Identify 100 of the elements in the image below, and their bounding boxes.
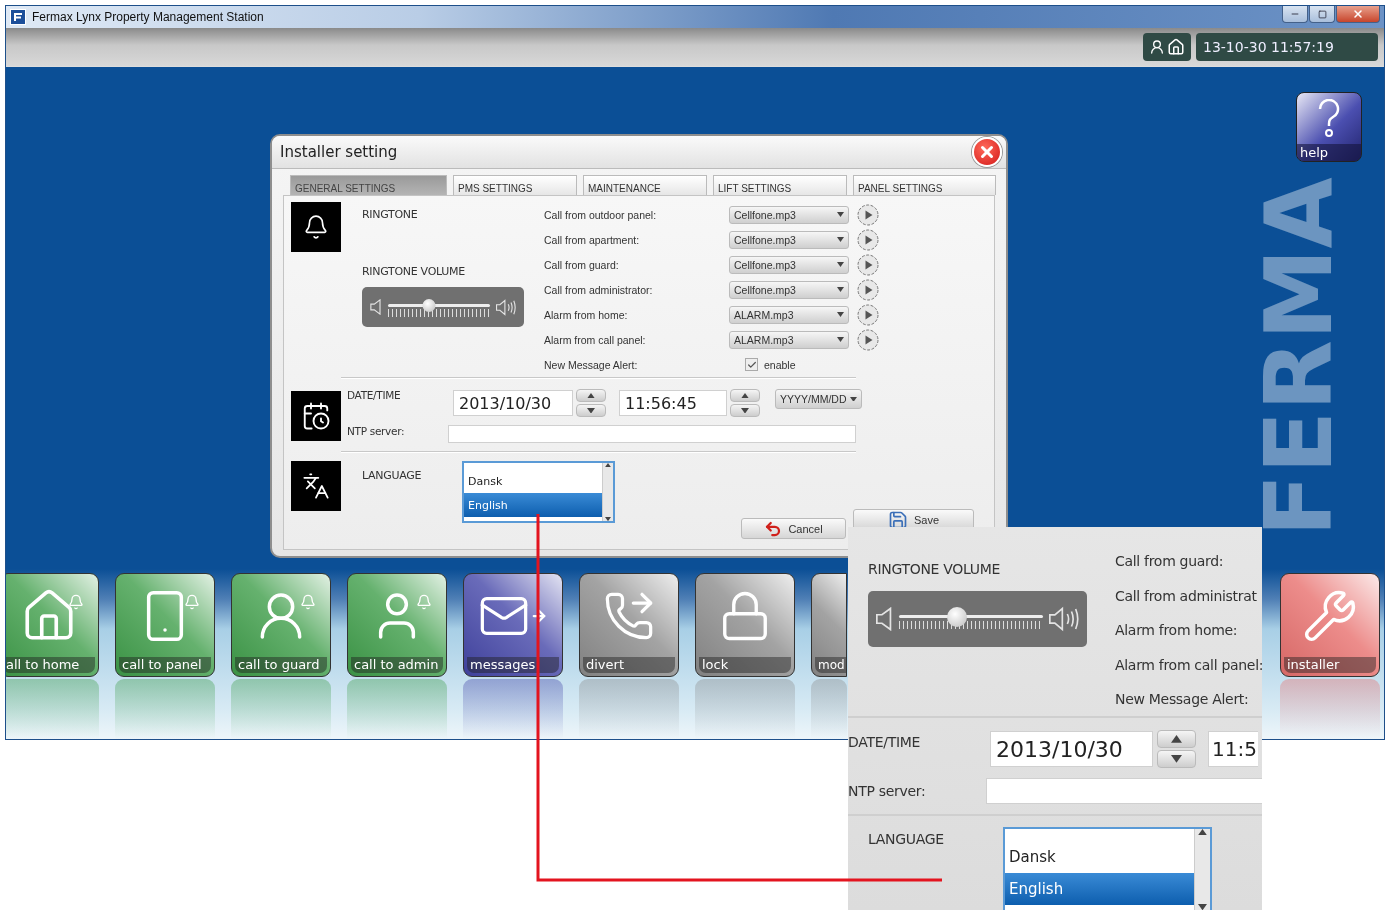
speaker-loud-icon bbox=[496, 298, 516, 316]
up-arrow-icon bbox=[587, 392, 595, 399]
section-heading: RINGTONE VOLUME bbox=[362, 265, 466, 278]
dropdown-arrow-icon bbox=[837, 312, 844, 317]
settings-tab[interactable]: MAINTENANCE bbox=[583, 175, 707, 195]
slider-thumb[interactable] bbox=[422, 298, 436, 312]
setting-label: Call from outdoor panel: bbox=[544, 208, 658, 221]
setting-label: New Message Alert: bbox=[544, 358, 639, 371]
settings-tab[interactable]: GENERAL SETTINGS bbox=[290, 175, 447, 195]
dropdown-arrow-icon bbox=[850, 396, 857, 402]
checkbox[interactable] bbox=[745, 358, 758, 371]
ringtone-dropdown[interactable]: ALARM.mp3 bbox=[729, 330, 849, 349]
play-button[interactable] bbox=[857, 253, 879, 276]
increment-button[interactable] bbox=[730, 389, 760, 402]
bell-icon bbox=[184, 594, 200, 610]
ringtone-dropdown[interactable]: Cellfone.mp3 bbox=[729, 280, 849, 299]
ringtone-dropdown[interactable]: ALARM.mp3 bbox=[729, 305, 849, 324]
up-arrow-icon bbox=[741, 392, 749, 399]
language-list[interactable]: Dansk English bbox=[1003, 827, 1212, 910]
app-tile[interactable]: all to home bbox=[6, 573, 99, 677]
time-field[interactable]: 11:5 bbox=[1208, 731, 1258, 767]
decrement-button[interactable] bbox=[730, 404, 760, 417]
speaker-loud-icon bbox=[1049, 606, 1079, 632]
app-tile[interactable]: installer bbox=[1280, 573, 1380, 677]
setting-label: Alarm from home: bbox=[544, 308, 629, 321]
language-option[interactable]: English bbox=[464, 493, 602, 517]
field-label: NTP server: bbox=[347, 425, 406, 437]
bell-icon bbox=[416, 594, 432, 610]
app-tile[interactable]: messages bbox=[463, 573, 563, 677]
checkbox-label: enable bbox=[764, 358, 796, 371]
question-mark-icon bbox=[1316, 99, 1342, 139]
bell-icon bbox=[68, 594, 84, 610]
slider-thumb[interactable] bbox=[946, 606, 967, 627]
language-option[interactable]: English bbox=[1005, 873, 1194, 905]
dialog-title: Installer setting bbox=[280, 143, 398, 161]
play-button[interactable] bbox=[857, 278, 879, 301]
play-button[interactable] bbox=[857, 203, 879, 226]
play-button[interactable] bbox=[857, 228, 879, 251]
increment-button[interactable] bbox=[1157, 730, 1196, 748]
background-logo: FERMA bbox=[1255, 176, 1345, 539]
play-button[interactable] bbox=[857, 328, 879, 351]
scroll-down-icon bbox=[1198, 903, 1207, 910]
bell-icon bbox=[291, 202, 341, 252]
down-arrow-icon bbox=[587, 407, 595, 414]
date-field[interactable]: 2013/10/30 bbox=[453, 390, 573, 416]
volume-slider[interactable] bbox=[868, 591, 1087, 647]
close-icon bbox=[978, 143, 996, 161]
calendar-clock-icon bbox=[291, 391, 341, 441]
undo-arrow-icon bbox=[764, 519, 783, 538]
speaker-low-icon bbox=[876, 607, 893, 631]
app-tile[interactable]: lock bbox=[695, 573, 795, 677]
setting-label: Call from administrator: bbox=[544, 283, 654, 296]
settings-tab[interactable]: PMS SETTINGS bbox=[453, 175, 577, 195]
settings-tab[interactable]: LIFT SETTINGS bbox=[713, 175, 847, 195]
setting-label: Alarm from home: bbox=[1115, 622, 1239, 640]
scrollbar[interactable] bbox=[602, 463, 613, 521]
settings-tab[interactable]: PANEL SETTINGS bbox=[853, 175, 996, 195]
volume-slider[interactable] bbox=[362, 287, 524, 327]
ntp-server-field[interactable] bbox=[986, 778, 1262, 804]
decrement-button[interactable] bbox=[576, 404, 606, 417]
ringtone-dropdown[interactable]: Cellfone.mp3 bbox=[729, 255, 849, 274]
app-tile[interactable]: mod bbox=[811, 573, 847, 677]
app-tile[interactable]: call to admin bbox=[347, 573, 447, 677]
maximize-button[interactable] bbox=[1309, 6, 1335, 23]
section-heading: DATE/TIME bbox=[848, 733, 922, 750]
decrement-button[interactable] bbox=[1157, 750, 1196, 768]
app-tile[interactable]: divert bbox=[579, 573, 679, 677]
down-arrow-icon bbox=[1171, 755, 1182, 763]
scrollbar[interactable] bbox=[1194, 829, 1210, 910]
time-field[interactable]: 11:56:45 bbox=[619, 390, 727, 416]
section-heading: RINGTONE bbox=[362, 208, 419, 221]
ntp-server-field[interactable] bbox=[448, 425, 856, 443]
section-heading: RINGTONE VOLUME bbox=[868, 561, 1002, 577]
up-arrow-icon bbox=[1171, 735, 1182, 743]
dropdown-arrow-icon bbox=[837, 212, 844, 217]
play-button[interactable] bbox=[857, 303, 879, 326]
close-icon bbox=[1352, 8, 1364, 20]
guard-home-status-icon[interactable] bbox=[1143, 33, 1191, 61]
setting-label: Alarm from call panel: bbox=[1115, 656, 1262, 675]
dropdown-arrow-icon bbox=[837, 337, 844, 342]
ringtone-dropdown[interactable]: Cellfone.mp3 bbox=[729, 205, 849, 224]
language-list[interactable]: Dansk English bbox=[462, 461, 615, 523]
dropdown-arrow-icon bbox=[837, 237, 844, 242]
section-heading: LANGUAGE bbox=[868, 830, 945, 849]
setting-label: Alarm from call panel: bbox=[544, 333, 647, 346]
help-button[interactable]: help bbox=[1296, 92, 1362, 162]
close-button[interactable] bbox=[1336, 6, 1380, 23]
setting-label: New Message Alert: bbox=[1115, 691, 1250, 709]
increment-button[interactable] bbox=[576, 389, 606, 402]
app-tile[interactable]: call to guard bbox=[231, 573, 331, 677]
setting-label: Call from administrat bbox=[1115, 587, 1258, 606]
scroll-down-icon bbox=[605, 516, 611, 521]
setting-label: Call from guard: bbox=[1115, 553, 1225, 571]
down-arrow-icon bbox=[741, 407, 749, 414]
cancel-button[interactable]: Cancel bbox=[741, 518, 846, 539]
minimize-button[interactable] bbox=[1282, 6, 1308, 23]
date-field[interactable]: 2013/10/30 bbox=[990, 731, 1153, 767]
ringtone-dropdown[interactable]: Cellfone.mp3 bbox=[729, 230, 849, 249]
date-format-dropdown[interactable]: YYYY/MM/DD bbox=[775, 389, 862, 409]
app-tile[interactable]: call to panel bbox=[115, 573, 215, 677]
